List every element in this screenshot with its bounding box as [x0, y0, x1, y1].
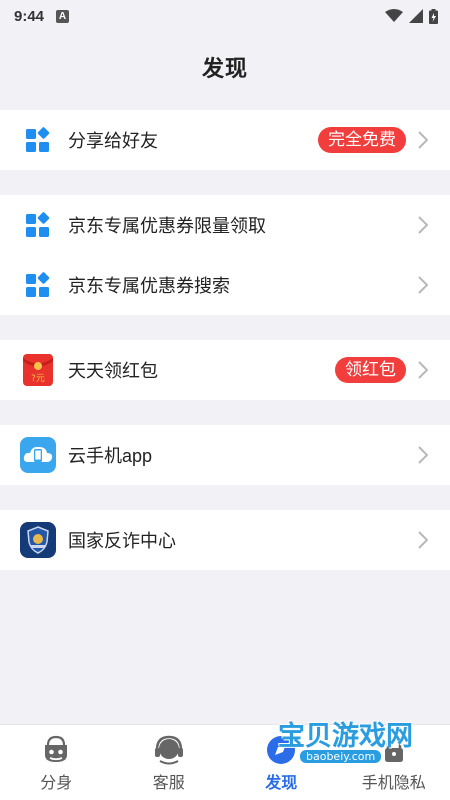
status-time: 9:44 [14, 7, 45, 25]
status-bar: 9:44 A [0, 0, 450, 32]
battery-icon [429, 8, 438, 24]
chevron-right-icon [416, 530, 430, 550]
headset-icon [154, 735, 183, 764]
grid-diamond-icon [20, 267, 56, 303]
notification-a-icon: A [56, 9, 70, 23]
section-share: 分享给好友 完全免费 [0, 110, 450, 170]
row-label: 京东专属优惠券搜索 [68, 276, 230, 296]
row-jd-coupon-search[interactable]: 京东专属优惠券搜索 [0, 255, 450, 315]
tab-label: 分身 [40, 774, 73, 792]
chevron-right-icon [416, 215, 430, 235]
police-shield-icon [20, 522, 56, 558]
chevron-right-icon [416, 130, 430, 150]
chevron-right-icon [416, 445, 430, 465]
chevron-right-icon [416, 360, 430, 380]
tab-discover[interactable]: 发现 [225, 725, 338, 800]
tab-phone-privacy[interactable]: 手机隐私 [338, 725, 450, 800]
red-envelope-icon: ?元 [20, 352, 56, 388]
compass-icon [267, 735, 296, 764]
tab-label: 客服 [152, 774, 185, 792]
tab-customer-service[interactable]: 客服 [113, 725, 226, 800]
row-anti-fraud-center[interactable]: 国家反诈中心 [0, 510, 450, 570]
row-jd-coupon-claim[interactable]: 京东专属优惠券限量领取 [0, 195, 450, 255]
section-red-envelope: ?元 天天领红包 领红包 [0, 340, 450, 400]
section-anti-fraud: 国家反诈中心 [0, 510, 450, 570]
row-cloud-phone[interactable]: 云手机app [0, 425, 450, 485]
grid-diamond-icon [20, 122, 56, 158]
grid-diamond-icon [20, 207, 56, 243]
row-label: 天天领红包 [68, 361, 158, 381]
tab-label: 发现 [265, 774, 298, 792]
wifi-icon [385, 9, 403, 22]
cloud-phone-icon [20, 437, 56, 473]
clone-face-icon [45, 735, 68, 762]
signal-icon [409, 9, 423, 23]
row-label: 分享给好友 [68, 131, 158, 151]
free-badge: 完全免费 [318, 127, 406, 153]
get-envelope-badge: 领红包 [335, 357, 406, 383]
envelope-amount-text: ?元 [31, 374, 45, 384]
bottom-tab-bar: 分身 客服 发现 手机隐私 [0, 724, 450, 800]
page-title: 发现 [201, 56, 248, 81]
row-share-friends[interactable]: 分享给好友 完全免费 [0, 110, 450, 170]
row-label: 京东专属优惠券限量领取 [68, 216, 266, 236]
section-cloud-phone: 云手机app [0, 425, 450, 485]
row-label: 云手机app [68, 446, 153, 466]
chevron-right-icon [416, 275, 430, 295]
row-label: 国家反诈中心 [68, 531, 176, 551]
row-red-envelope[interactable]: ?元 天天领红包 领红包 [0, 340, 450, 400]
tab-label: 手机隐私 [361, 774, 426, 792]
status-right-icons [385, 8, 438, 24]
section-jd-coupons: 京东专属优惠券限量领取 京东专属优惠券搜索 [0, 195, 450, 315]
lock-icon [384, 736, 403, 762]
tab-clone[interactable]: 分身 [0, 725, 113, 800]
